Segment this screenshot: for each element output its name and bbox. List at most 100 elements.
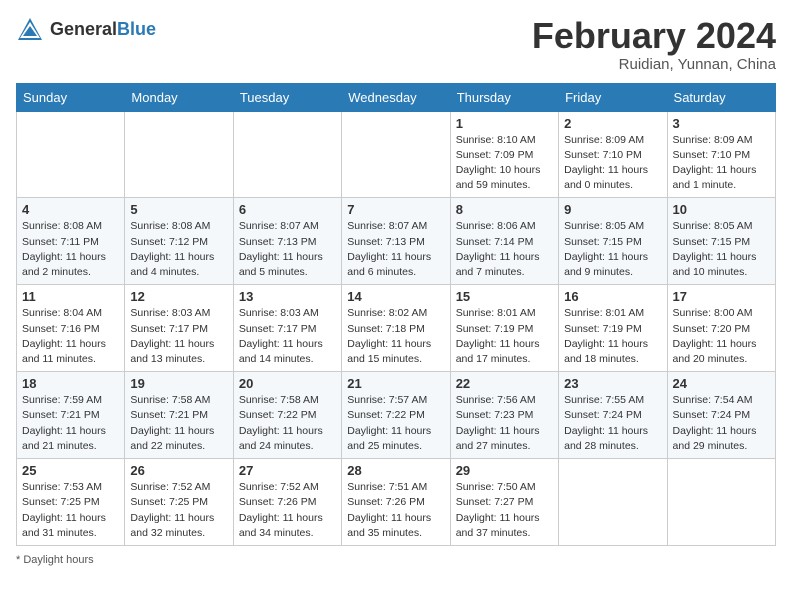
calendar-cell: 15 Sunrise: 8:01 AMSunset: 7:19 PMDayligh… — [450, 285, 558, 372]
day-info: Sunrise: 7:57 AMSunset: 7:22 PMDaylight:… — [347, 393, 444, 454]
footer-note: * Daylight hours — [16, 554, 776, 566]
logo: GeneralBlue — [16, 16, 156, 44]
calendar-cell: 4 Sunrise: 8:08 AMSunset: 7:11 PMDaylight… — [17, 198, 125, 285]
day-number: 25 — [22, 463, 119, 478]
day-info: Sunrise: 7:53 AMSunset: 7:25 PMDaylight:… — [22, 480, 119, 541]
header: GeneralBlue February 2024 Ruidian, Yunna… — [16, 16, 776, 73]
calendar-cell: 9 Sunrise: 8:05 AMSunset: 7:15 PMDaylight… — [559, 198, 667, 285]
calendar-cell: 12Sunrise: 8:03 AMSunset: 7:17 PMDayligh… — [125, 285, 233, 372]
day-header-monday: Monday — [125, 83, 233, 111]
day-number: 5 — [130, 202, 227, 217]
calendar-week-row: 25 Sunrise: 7:53 AMSunset: 7:25 PMDayligh… — [17, 459, 776, 546]
day-number: 28 — [347, 463, 444, 478]
calendar-cell: 1 Sunrise: 8:10 AMSunset: 7:09 PMDaylight… — [450, 111, 558, 198]
day-info: Sunrise: 8:02 AMSunset: 7:18 PMDaylight:… — [347, 306, 444, 367]
calendar-cell: 11 Sunrise: 8:04 AMSunset: 7:16 PMDayligh… — [17, 285, 125, 372]
day-number: 26 — [130, 463, 227, 478]
calendar-cell: 7 Sunrise: 8:07 AMSunset: 7:13 PMDaylight… — [342, 198, 450, 285]
day-number: 29 — [456, 463, 553, 478]
day-number: 19 — [130, 376, 227, 391]
day-number: 4 — [22, 202, 119, 217]
day-number: 12 — [130, 289, 227, 304]
calendar-cell: 20Sunrise: 7:58 AMSunset: 7:22 PMDayligh… — [233, 372, 341, 459]
day-info: Sunrise: 8:00 AMSunset: 7:20 PMDaylight:… — [673, 306, 770, 367]
day-number: 24 — [673, 376, 770, 391]
logo-text-blue: Blue — [117, 19, 156, 39]
day-info: Sunrise: 7:52 AMSunset: 7:25 PMDaylight:… — [130, 480, 227, 541]
calendar-table: SundayMondayTuesdayWednesdayThursdayFrid… — [16, 83, 776, 546]
day-number: 23 — [564, 376, 661, 391]
day-number: 9 — [564, 202, 661, 217]
day-header-friday: Friday — [559, 83, 667, 111]
day-header-sunday: Sunday — [17, 83, 125, 111]
day-info: Sunrise: 7:54 AMSunset: 7:24 PMDaylight:… — [673, 393, 770, 454]
day-number: 22 — [456, 376, 553, 391]
day-number: 18 — [22, 376, 119, 391]
day-info: Sunrise: 8:05 AMSunset: 7:15 PMDaylight:… — [564, 219, 661, 280]
day-info: Sunrise: 8:08 AMSunset: 7:12 PMDaylight:… — [130, 219, 227, 280]
logo-icon — [16, 16, 44, 44]
calendar-cell: 24 Sunrise: 7:54 AMSunset: 7:24 PMDayligh… — [667, 372, 775, 459]
calendar-cell: 5 Sunrise: 8:08 AMSunset: 7:12 PMDaylight… — [125, 198, 233, 285]
calendar-week-row: 4 Sunrise: 8:08 AMSunset: 7:11 PMDaylight… — [17, 198, 776, 285]
calendar-subtitle: Ruidian, Yunnan, China — [532, 56, 776, 73]
calendar-header-row: SundayMondayTuesdayWednesdayThursdayFrid… — [17, 83, 776, 111]
day-info: Sunrise: 8:06 AMSunset: 7:14 PMDaylight:… — [456, 219, 553, 280]
calendar-cell — [559, 459, 667, 546]
day-number: 8 — [456, 202, 553, 217]
day-info: Sunrise: 8:09 AMSunset: 7:10 PMDaylight:… — [564, 133, 661, 194]
day-number: 20 — [239, 376, 336, 391]
calendar-cell: 26 Sunrise: 7:52 AMSunset: 7:25 PMDayligh… — [125, 459, 233, 546]
day-number: 13 — [239, 289, 336, 304]
calendar-week-row: 1 Sunrise: 8:10 AMSunset: 7:09 PMDaylight… — [17, 111, 776, 198]
day-info: Sunrise: 8:08 AMSunset: 7:11 PMDaylight:… — [22, 219, 119, 280]
calendar-cell: 23 Sunrise: 7:55 AMSunset: 7:24 PMDayligh… — [559, 372, 667, 459]
calendar-cell: 13Sunrise: 8:03 AMSunset: 7:17 PMDayligh… — [233, 285, 341, 372]
day-info: Sunrise: 7:59 AMSunset: 7:21 PMDaylight:… — [22, 393, 119, 454]
day-info: Sunrise: 8:07 AMSunset: 7:13 PMDaylight:… — [347, 219, 444, 280]
calendar-cell: 16Sunrise: 8:01 AMSunset: 7:19 PMDayligh… — [559, 285, 667, 372]
calendar-cell — [667, 459, 775, 546]
day-info: Sunrise: 8:04 AMSunset: 7:16 PMDaylight:… — [22, 306, 119, 367]
calendar-cell: 6 Sunrise: 8:07 AMSunset: 7:13 PMDaylight… — [233, 198, 341, 285]
day-info: Sunrise: 8:09 AMSunset: 7:10 PMDaylight:… — [673, 133, 770, 194]
calendar-cell: 22 Sunrise: 7:56 AMSunset: 7:23 PMDayligh… — [450, 372, 558, 459]
day-header-thursday: Thursday — [450, 83, 558, 111]
day-number: 1 — [456, 116, 553, 131]
calendar-cell: 17 Sunrise: 8:00 AMSunset: 7:20 PMDayligh… — [667, 285, 775, 372]
day-info: Sunrise: 8:05 AMSunset: 7:15 PMDaylight:… — [673, 219, 770, 280]
day-info: Sunrise: 7:55 AMSunset: 7:24 PMDaylight:… — [564, 393, 661, 454]
day-number: 11 — [22, 289, 119, 304]
calendar-cell: 25 Sunrise: 7:53 AMSunset: 7:25 PMDayligh… — [17, 459, 125, 546]
calendar-cell — [17, 111, 125, 198]
calendar-cell: 2 Sunrise: 8:09 AMSunset: 7:10 PMDaylight… — [559, 111, 667, 198]
day-header-saturday: Saturday — [667, 83, 775, 111]
calendar-body: 1 Sunrise: 8:10 AMSunset: 7:09 PMDaylight… — [17, 111, 776, 545]
day-number: 17 — [673, 289, 770, 304]
calendar-cell: 28 Sunrise: 7:51 AMSunset: 7:26 PMDayligh… — [342, 459, 450, 546]
calendar-cell: 19 Sunrise: 7:58 AMSunset: 7:21 PMDayligh… — [125, 372, 233, 459]
day-number: 7 — [347, 202, 444, 217]
day-number: 15 — [456, 289, 553, 304]
day-number: 2 — [564, 116, 661, 131]
calendar-title: February 2024 — [532, 16, 776, 56]
day-number: 16 — [564, 289, 661, 304]
calendar-cell: 10Sunrise: 8:05 AMSunset: 7:15 PMDayligh… — [667, 198, 775, 285]
day-info: Sunrise: 7:58 AMSunset: 7:21 PMDaylight:… — [130, 393, 227, 454]
day-number: 21 — [347, 376, 444, 391]
calendar-cell: 18 Sunrise: 7:59 AMSunset: 7:21 PMDayligh… — [17, 372, 125, 459]
footer-note-text: Daylight hours — [23, 554, 93, 566]
day-info: Sunrise: 7:51 AMSunset: 7:26 PMDaylight:… — [347, 480, 444, 541]
day-info: Sunrise: 7:56 AMSunset: 7:23 PMDaylight:… — [456, 393, 553, 454]
day-info: Sunrise: 7:50 AMSunset: 7:27 PMDaylight:… — [456, 480, 553, 541]
calendar-week-row: 11 Sunrise: 8:04 AMSunset: 7:16 PMDayligh… — [17, 285, 776, 372]
day-info: Sunrise: 8:01 AMSunset: 7:19 PMDaylight:… — [456, 306, 553, 367]
day-number: 27 — [239, 463, 336, 478]
day-header-wednesday: Wednesday — [342, 83, 450, 111]
day-number: 14 — [347, 289, 444, 304]
day-info: Sunrise: 8:10 AMSunset: 7:09 PMDaylight:… — [456, 133, 553, 194]
day-number: 6 — [239, 202, 336, 217]
day-info: Sunrise: 8:07 AMSunset: 7:13 PMDaylight:… — [239, 219, 336, 280]
day-number: 3 — [673, 116, 770, 131]
calendar-cell: 29 Sunrise: 7:50 AMSunset: 7:27 PMDayligh… — [450, 459, 558, 546]
